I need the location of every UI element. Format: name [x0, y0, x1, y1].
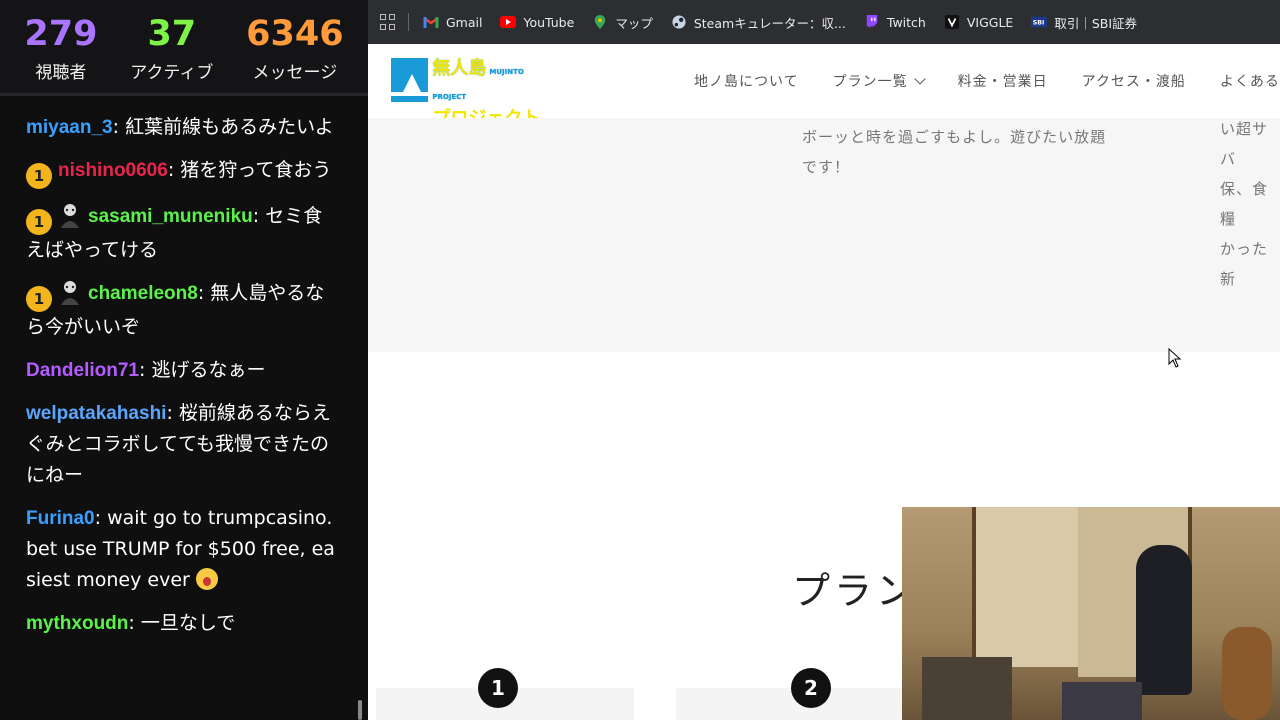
chat-username[interactable]: Furina0 — [26, 508, 95, 529]
chat-message: welpatakahashi: 桜前線あるならえぐみとコラボしてても我慢できたの… — [26, 402, 331, 486]
stat-viewers: 279 視聴者 — [24, 14, 97, 83]
stat-label: メッセージ — [252, 63, 338, 83]
mouse-cursor-icon — [1168, 348, 1182, 368]
plan-number-badge: 1 — [478, 668, 518, 708]
youtube-icon — [500, 16, 517, 28]
feature-line: かった新 — [1220, 240, 1269, 288]
feature-line: い超サバ — [1220, 120, 1269, 168]
chat-text: 紅葉前線もあるみたいよ — [125, 116, 334, 138]
chat-message: miyaan_3: 紅葉前線もあるみたいよ — [26, 116, 334, 138]
stat-value: 37 — [147, 14, 197, 54]
bookmark-label: 取引｜SBI証券 — [1054, 15, 1138, 31]
sliding-door — [972, 507, 1090, 667]
bookmark-youtube[interactable]: YouTube — [500, 15, 574, 30]
stat-label: アクティブ — [130, 63, 214, 83]
guitar — [1222, 627, 1272, 720]
nav-item-faq[interactable]: よくある — [1220, 71, 1280, 91]
plan-number-badge: 2 — [791, 668, 831, 708]
bookmark-label: VIGGLE — [966, 14, 1014, 30]
stat-active: 37 アクティブ — [130, 14, 213, 83]
chat-stats: 279 視聴者 37 アクティブ 6346 メッセージ — [0, 0, 368, 96]
character-badge-icon — [61, 204, 79, 228]
bookmark-steam[interactable]: Steamキュレーター：収... — [671, 13, 846, 32]
nav-item-pricing[interactable]: 料金・営業日 — [958, 71, 1048, 91]
bookmark-label: マップ — [615, 15, 653, 31]
island-logo-icon — [391, 58, 429, 102]
feature-line: ボーッと時を過ごすもよし。遊びたい放題 — [802, 128, 1107, 146]
chat-message-list: miyaan_3: 紅葉前線もあるみたいよ 1 nishino0606: 猪を狩っ… — [26, 112, 338, 651]
stat-value: 6346 — [246, 14, 344, 54]
nav-label: プラン一覧 — [832, 74, 908, 90]
chat-text: 逃げるなぁー — [151, 359, 266, 381]
chat-scrollbar[interactable] — [358, 700, 362, 720]
nav-label: 地ノ島について — [694, 74, 799, 90]
nav-label: 料金・営業日 — [957, 74, 1048, 90]
chat-username[interactable]: miyaan_3 — [26, 117, 113, 138]
nav-item-plans[interactable]: プラン一覧 — [832, 71, 926, 91]
site-header: 無人島MUJINTO PROJECT プロジェクト 地ノ島について プラン一覧 … — [368, 44, 1280, 129]
chat-username[interactable]: sasami_muneniku — [88, 206, 253, 227]
steam-icon — [672, 15, 686, 29]
feature-description: ボーッと時を過ごすもよし。遊びたい放題 です！ — [802, 122, 1106, 182]
gmail-icon — [423, 16, 439, 28]
gaming-chair — [1136, 545, 1192, 695]
plan-section-heading: プラン — [792, 569, 919, 613]
stat-messages: 6346 メッセージ — [246, 14, 343, 83]
scream-emoji-icon — [195, 568, 218, 590]
feature-line: 保、食糧 — [1220, 180, 1269, 228]
floor-items — [1062, 682, 1142, 720]
chat-message: 1 chameleon8: 無人島やるなら今がいいぞ — [26, 278, 338, 343]
bookmark-gmail[interactable]: Gmail — [423, 15, 482, 30]
chat-username[interactable]: mythxoudn — [26, 613, 128, 634]
svg-text:SBI: SBI — [1033, 20, 1045, 27]
nav-item-about[interactable]: 地ノ島について — [694, 71, 799, 91]
bookmark-label: Gmail — [446, 14, 483, 30]
chat-text: 一旦なしで — [140, 612, 236, 634]
character-badge-icon — [61, 281, 79, 305]
nav-item-access[interactable]: アクセス・渡船 — [1082, 71, 1186, 91]
site-nav: 地ノ島について プラン一覧 料金・営業日 アクセス・渡船 よくある — [694, 44, 1280, 118]
feature-description-right: い超サバ 保、食糧 かった新 — [1220, 114, 1280, 294]
chat-username[interactable]: welpatakahashi — [26, 403, 166, 424]
bookmark-sbi[interactable]: SBI 取引｜SBI証券 — [1031, 13, 1137, 32]
bookmarks-bar: Gmail YouTube マップ Steamキュレーター：収... Twitc… — [368, 0, 1280, 44]
bookmark-label: Steamキュレーター：収... — [693, 15, 846, 31]
bookmark-twitch[interactable]: Twitch — [864, 15, 926, 30]
bookmark-label: YouTube — [523, 14, 575, 30]
clutter — [922, 657, 1012, 720]
stat-label: 視聴者 — [35, 63, 87, 83]
viggle-icon — [944, 15, 959, 29]
chat-message: Furina0: wait go to trumpcasino.bet use … — [26, 507, 335, 591]
site-logo[interactable]: 無人島MUJINTO PROJECT プロジェクト — [391, 58, 546, 129]
chat-text: 猪を狩って食おう — [180, 159, 332, 181]
chat-username[interactable]: Dandelion71 — [26, 360, 139, 381]
twitch-icon — [866, 15, 878, 29]
nav-label: アクセス・渡船 — [1081, 74, 1186, 90]
bookmark-viggle[interactable]: VIGGLE — [944, 15, 1013, 30]
apps-grid-icon[interactable] — [380, 14, 396, 30]
bookmarks-divider — [408, 13, 409, 31]
logo-text: 無人島MUJINTO PROJECT プロジェクト — [432, 58, 546, 129]
feature-section: ボーッと時を過ごすもよし。遊びたい放題 です！ い超サバ 保、食糧 かった新 — [368, 118, 1280, 352]
maps-icon — [595, 15, 606, 29]
sub-badge-icon: 1 — [26, 286, 52, 312]
sbi-icon: SBI — [1031, 16, 1048, 28]
chat-username[interactable]: nishino0606 — [58, 160, 168, 181]
chat-message: Dandelion71: 逃げるなぁー — [26, 359, 266, 381]
feature-line: です！ — [802, 158, 851, 176]
chat-message: 1 nishino0606: 猪を狩って食おう — [26, 155, 338, 189]
chat-message: 1 sasami_muneniku: セミ食えばやってける — [26, 201, 338, 266]
sub-badge-icon: 1 — [26, 209, 52, 235]
logo-line1: 無人島 — [432, 58, 487, 79]
webcam-feed — [902, 507, 1280, 720]
bookmark-maps[interactable]: マップ — [592, 13, 653, 32]
bookmark-label: Twitch — [886, 14, 926, 30]
nav-label: よくある — [1219, 74, 1280, 90]
chat-overlay: 279 視聴者 37 アクティブ 6346 メッセージ miyaan_3: 紅葉… — [0, 0, 368, 720]
stat-value: 279 — [24, 14, 98, 54]
sub-badge-icon: 1 — [26, 163, 52, 189]
chat-username[interactable]: chameleon8 — [88, 283, 198, 304]
chevron-down-icon — [913, 73, 926, 85]
chat-message: mythxoudn: 一旦なしで — [26, 612, 236, 634]
